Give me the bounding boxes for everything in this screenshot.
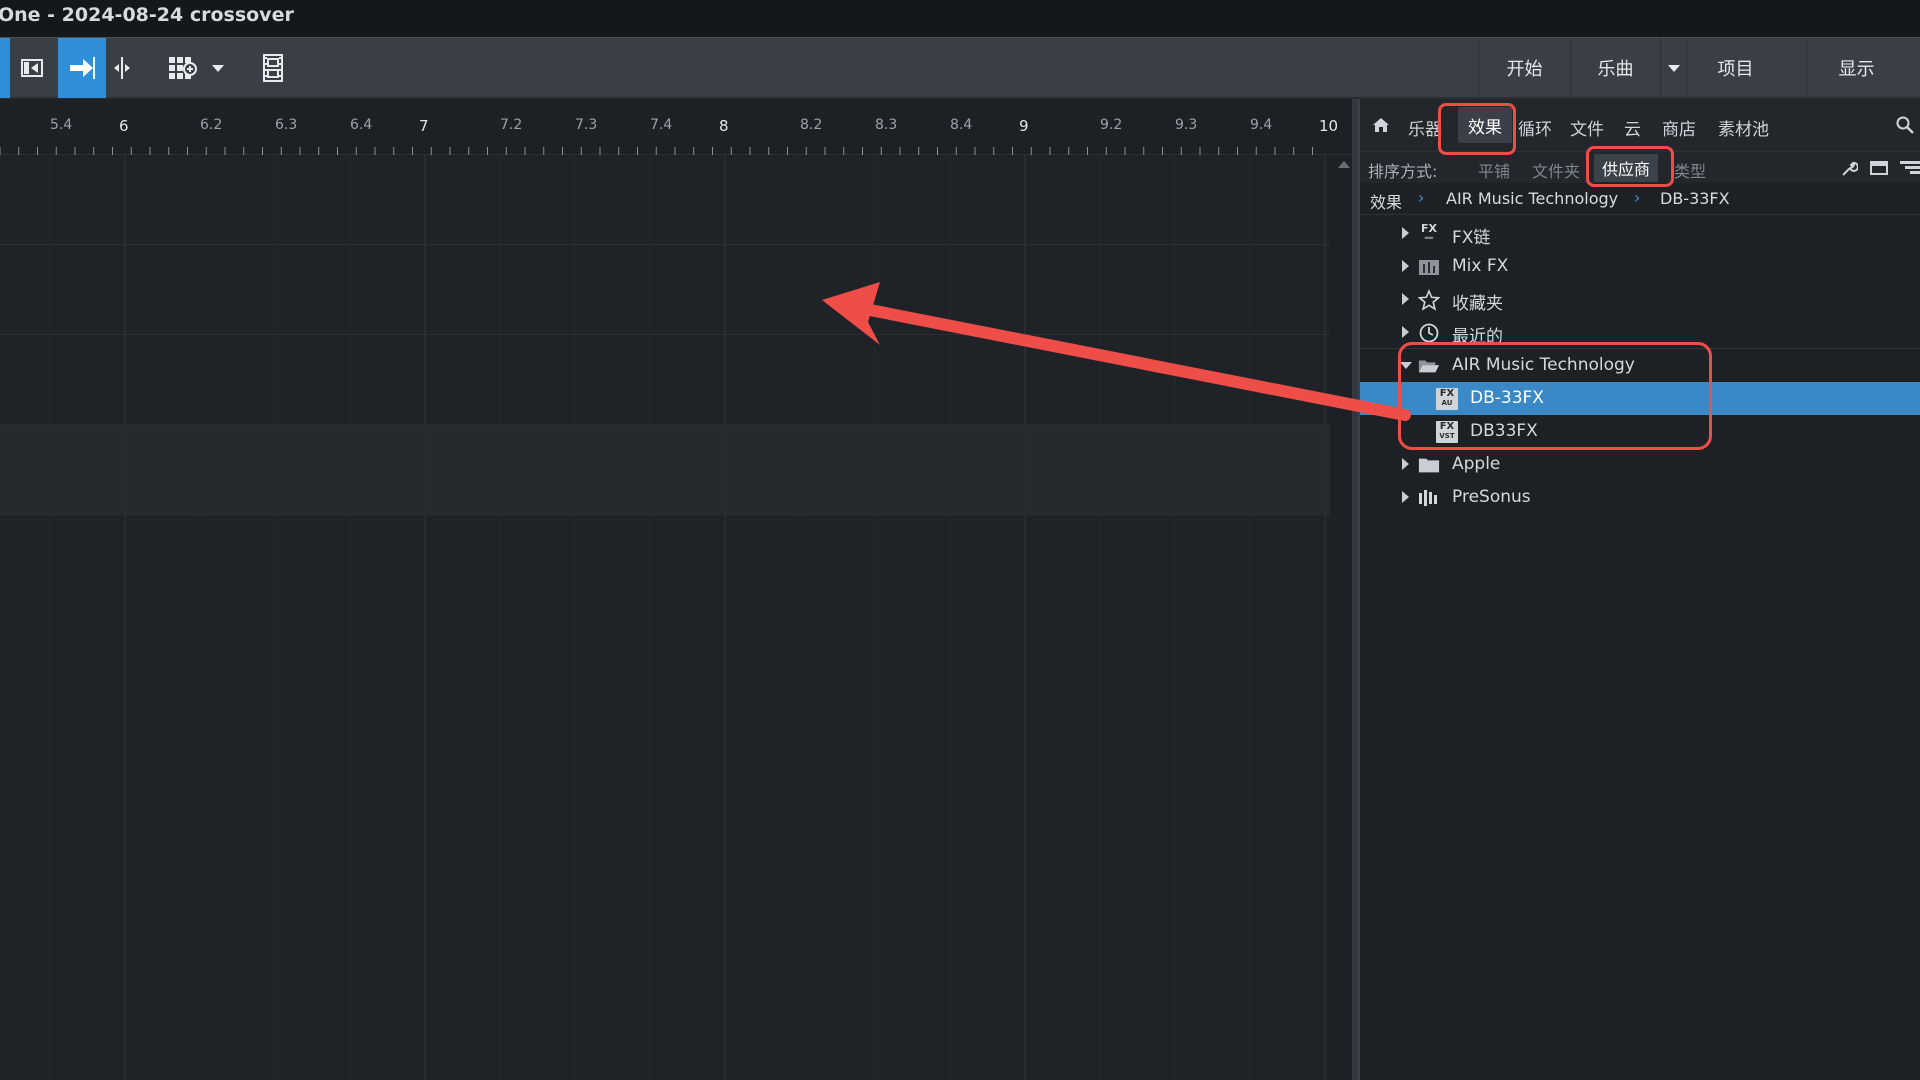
chevron-right-icon[interactable] bbox=[1402, 293, 1409, 305]
ruler-tick-label: 7.4 bbox=[650, 117, 673, 133]
ruler-tick-label: 5.4 bbox=[50, 117, 73, 133]
breadcrumb-effects[interactable]: 效果 bbox=[1370, 189, 1402, 213]
tab-instruments[interactable]: 乐器 bbox=[1408, 115, 1442, 140]
tree-item-label: 收藏夹 bbox=[1452, 294, 1503, 314]
snap-back-icon bbox=[21, 59, 43, 77]
track-lane[interactable] bbox=[0, 155, 1330, 245]
mix-fx-icon bbox=[1418, 256, 1440, 278]
grid-dropdown-button[interactable] bbox=[206, 38, 230, 98]
arrange-view[interactable]: 5.4 6 6.2 6.3 6.4 7 7.2 7.3 7.4 8 8.2 8.3 8.4 9 9.2 9.3… bbox=[0, 99, 1357, 1080]
tab-loops[interactable]: 循环 bbox=[1518, 115, 1552, 140]
sort-label: 排序方式: bbox=[1368, 162, 1438, 181]
tree-folder-item[interactable]: Apple bbox=[1360, 448, 1920, 481]
scroll-up-icon[interactable] bbox=[1337, 159, 1351, 169]
window-icon[interactable] bbox=[1870, 160, 1888, 180]
annotation-vendor-sort bbox=[1586, 146, 1674, 187]
nav-start-button[interactable]: 开始 bbox=[1478, 38, 1570, 98]
ruler-tick-label: 9.4 bbox=[1250, 117, 1273, 133]
ruler-tick-label: 6.4 bbox=[350, 117, 373, 133]
ruler-tick-label: 6.2 bbox=[200, 117, 223, 133]
ruler-tick-label: 7 bbox=[419, 117, 429, 135]
snap-back-button[interactable] bbox=[12, 38, 52, 98]
fx-chain-icon: FX ══ bbox=[1421, 222, 1437, 242]
nav-project-button[interactable]: 项目 bbox=[1686, 38, 1784, 98]
chevron-right-icon[interactable] bbox=[1402, 227, 1409, 239]
tree-item-label: PreSonus bbox=[1452, 487, 1531, 507]
breadcrumb-separator-icon: › bbox=[1634, 188, 1641, 207]
star-icon bbox=[1418, 289, 1440, 311]
film-strip-icon bbox=[263, 54, 283, 82]
ruler-tick-label: 7.2 bbox=[500, 117, 523, 133]
window-title: One - 2024-08-24 crossover bbox=[0, 4, 294, 26]
split-icon bbox=[114, 57, 130, 79]
sort-folder-option[interactable]: 文件夹 bbox=[1532, 158, 1580, 182]
song-dropdown-button[interactable] bbox=[1660, 38, 1686, 98]
wrench-icon[interactable] bbox=[1840, 159, 1859, 181]
chevron-right-icon[interactable] bbox=[1402, 260, 1409, 272]
ruler-tick-label: 6.3 bbox=[275, 117, 298, 133]
presonus-icon bbox=[1418, 487, 1440, 509]
ruler-tick-label: 8 bbox=[719, 117, 729, 135]
tab-cloud[interactable]: 云 bbox=[1624, 115, 1641, 140]
breadcrumb-separator-icon: › bbox=[1418, 188, 1425, 207]
ruler-tick-label: 9 bbox=[1019, 117, 1029, 135]
tree-item-label: FX链 bbox=[1452, 228, 1491, 248]
ruler-tick-label: 6 bbox=[119, 117, 129, 135]
ruler-tick-label: 10 bbox=[1319, 117, 1339, 135]
ruler-tick-label: 8.4 bbox=[950, 117, 973, 133]
tree-folder-item[interactable]: Mix FX bbox=[1360, 250, 1920, 283]
annotation-effects-tab bbox=[1438, 103, 1516, 155]
tree-item-label: Apple bbox=[1452, 454, 1501, 474]
nav-show-button[interactable]: 显示 bbox=[1806, 38, 1906, 98]
chevron-right-icon[interactable] bbox=[1402, 458, 1409, 470]
tree-folder-item[interactable]: PreSonus bbox=[1360, 481, 1920, 514]
folder-icon bbox=[1418, 454, 1440, 476]
ruler-tick-label: 8.2 bbox=[800, 117, 823, 133]
loop-button[interactable] bbox=[0, 38, 10, 98]
tree-folder-item[interactable]: 收藏夹 bbox=[1360, 283, 1920, 316]
grid-snap-icon bbox=[169, 57, 197, 79]
main-toolbar: 开始 乐曲 项目 显示 bbox=[0, 37, 1920, 99]
breadcrumb-vendor[interactable]: AIR Music Technology bbox=[1446, 189, 1618, 208]
chevron-right-icon[interactable] bbox=[1402, 491, 1409, 503]
tab-files[interactable]: 文件 bbox=[1570, 115, 1604, 140]
sort-type-option[interactable]: 类型 bbox=[1674, 158, 1706, 182]
list-view-icon[interactable] bbox=[1900, 160, 1920, 180]
sort-flat-option[interactable]: 平铺 bbox=[1478, 158, 1510, 182]
track-grid[interactable] bbox=[0, 155, 1330, 1080]
chevron-down-icon bbox=[1667, 65, 1680, 72]
home-icon[interactable] bbox=[1372, 117, 1390, 137]
annotation-air-plugins bbox=[1398, 342, 1712, 450]
tab-pool[interactable]: 素材池 bbox=[1718, 115, 1769, 140]
breadcrumb-plugin[interactable]: DB-33FX bbox=[1660, 189, 1730, 208]
ruler-tick-label: 9.2 bbox=[1100, 117, 1123, 133]
grid-snap-button[interactable] bbox=[164, 38, 204, 98]
clock-icon bbox=[1418, 322, 1440, 344]
autoscroll-icon bbox=[70, 57, 95, 79]
breadcrumb: 效果 › AIR Music Technology › DB-33FX bbox=[1360, 183, 1920, 215]
ruler-tick-label: 9.3 bbox=[1175, 117, 1198, 133]
ruler-tick-label: 7.3 bbox=[575, 117, 598, 133]
split-button[interactable] bbox=[108, 38, 136, 98]
track-lane[interactable] bbox=[0, 245, 1330, 335]
track-lane[interactable] bbox=[0, 335, 1330, 425]
dropdown-arrow-icon bbox=[212, 65, 224, 72]
ruler-tick-label: 8.3 bbox=[875, 117, 898, 133]
search-icon[interactable] bbox=[1896, 116, 1914, 138]
timeline-ruler[interactable]: 5.4 6 6.2 6.3 6.4 7 7.2 7.3 7.4 8 8.2 8.3 8.4 9 9.2 9.3… bbox=[0, 99, 1357, 155]
track-lane-selected[interactable] bbox=[0, 425, 1330, 515]
title-bar: One - 2024-08-24 crossover bbox=[0, 0, 1920, 37]
video-button[interactable] bbox=[256, 38, 290, 98]
browser-panel: 乐器 效果 循环 文件 云 商店 素材池 排序方式: 平铺 文件夹 供应商 类型… bbox=[1358, 99, 1920, 1080]
chevron-right-icon[interactable] bbox=[1402, 326, 1409, 338]
tree-item-label: Mix FX bbox=[1452, 256, 1509, 276]
autoscroll-button[interactable] bbox=[58, 38, 106, 98]
tree-folder-item[interactable]: FX ══ FX链 bbox=[1360, 217, 1920, 250]
nav-song-button[interactable]: 乐曲 bbox=[1570, 38, 1660, 98]
tab-shop[interactable]: 商店 bbox=[1662, 115, 1696, 140]
